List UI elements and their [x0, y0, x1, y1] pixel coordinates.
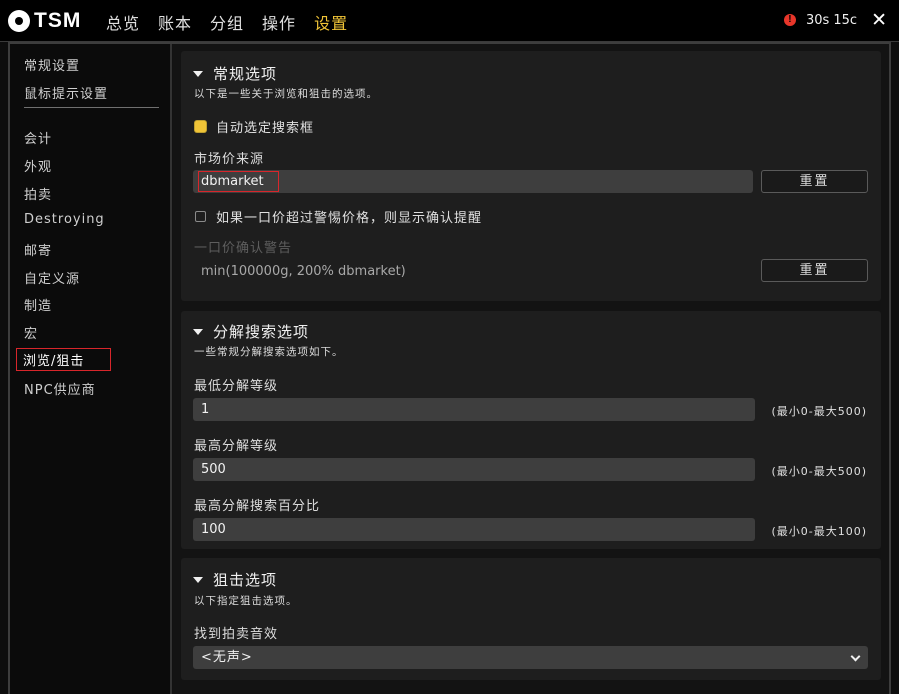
auto-focus-checkbox[interactable] — [195, 121, 206, 132]
market-source-input[interactable]: dbmarket — [193, 170, 753, 193]
buyout-warning-reset-button[interactable]: 重置 — [761, 259, 868, 282]
max-level-input[interactable]: 500 — [193, 458, 755, 481]
sidebar-item-macros[interactable]: 宏 — [24, 323, 38, 342]
buyout-warning-label: 一口价确认警告 — [194, 241, 293, 256]
close-icon[interactable]: ✕ — [871, 11, 887, 30]
disenchant-options-panel: 分解搜索选项 一些常规分解搜索选项如下。 最低分解等级 1 (最小0-最大500… — [181, 311, 881, 549]
max-percent-label: 最高分解搜索百分比 — [194, 499, 321, 514]
logo-text: TSM — [34, 9, 82, 32]
confirm-warning-checkbox[interactable] — [195, 211, 206, 222]
general-options-desc: 以下是一些关于浏览和狙击的选项。 — [194, 88, 378, 100]
gear-icon — [10, 12, 28, 30]
sniper-options-panel: 狙击选项 以下指定狙击选项。 找到拍卖音效 <无声> — [181, 558, 881, 680]
auto-focus-label: 自动选定搜索框 — [216, 121, 315, 136]
alert-icon[interactable]: ! — [783, 14, 796, 26]
sidebar-item-mailing[interactable]: 邮寄 — [24, 240, 52, 259]
nav-item-operations[interactable]: 操作 — [262, 10, 296, 34]
sidebar-divider — [24, 107, 159, 108]
sniper-options-desc: 以下指定狙击选项。 — [194, 595, 298, 607]
nav-item-groups[interactable]: 分组 — [210, 10, 244, 34]
disenchant-options-title: 分解搜索选项 — [213, 323, 310, 341]
confirm-warning-row[interactable]: 如果一口价超过警惕价格，则显示确认提醒 — [195, 207, 482, 226]
caret-down-icon — [193, 70, 203, 77]
nav-item-ledger[interactable]: 账本 — [158, 10, 192, 34]
settings-content: 常规选项 以下是一些关于浏览和狙击的选项。 自动选定搜索框 市场价来源 dbma… — [173, 44, 889, 694]
min-level-range: (最小0-最大500) — [771, 405, 867, 418]
sidebar-item-appearance[interactable]: 外观 — [24, 156, 52, 175]
nav-item-settings[interactable]: 设置 — [314, 10, 348, 34]
tsm-logo: TSM — [10, 9, 81, 33]
sidebar-item-shopping-sniper[interactable]: 浏览/狙击 — [16, 348, 112, 371]
max-percent-input[interactable]: 100 — [193, 518, 755, 541]
status-area: ! 30s 15c ✕ — [783, 11, 887, 30]
general-options-title: 常规选项 — [213, 65, 278, 83]
disenchant-options-header[interactable]: 分解搜索选项 — [193, 321, 309, 342]
sidebar-item-auctioning[interactable]: 拍卖 — [24, 184, 52, 203]
sidebar-item-tooltip[interactable]: 鼠标提示设置 — [24, 83, 108, 102]
market-source-label: 市场价来源 — [194, 152, 265, 167]
sound-label: 找到拍卖音效 — [194, 627, 279, 642]
main-nav: 总览 账本 分组 操作 设置 — [106, 10, 366, 34]
sidebar-item-crafting[interactable]: 制造 — [24, 295, 52, 314]
market-source-reset-button[interactable]: 重置 — [761, 170, 868, 193]
sidebar-item-vendor[interactable]: NPC供应商 — [24, 379, 96, 398]
top-bar: TSM 总览 账本 分组 操作 设置 ! 30s 15c ✕ — [0, 0, 899, 42]
auto-focus-row[interactable]: 自动选定搜索框 — [195, 117, 314, 136]
general-options-panel: 常规选项 以下是一些关于浏览和狙击的选项。 自动选定搜索框 市场价来源 dbma… — [181, 51, 881, 301]
sniper-options-title: 狙击选项 — [213, 571, 278, 589]
sniper-options-header[interactable]: 狙击选项 — [193, 569, 277, 590]
max-percent-range: (最小0-最大100) — [771, 525, 867, 538]
confirm-warning-label: 如果一口价超过警惕价格，则显示确认提醒 — [216, 211, 483, 226]
min-level-input[interactable]: 1 — [193, 398, 755, 421]
disenchant-options-desc: 一些常规分解搜索选项如下。 — [194, 346, 344, 358]
nav-item-dashboard[interactable]: 总览 — [106, 10, 140, 34]
buyout-warning-value: min(100000g, 200% dbmarket) — [201, 264, 406, 279]
max-level-range: (最小0-最大500) — [771, 465, 867, 478]
sidebar-item-accounting[interactable]: 会计 — [24, 128, 52, 147]
sound-select-value: <无声> — [201, 650, 253, 665]
market-source-value: dbmarket — [198, 171, 279, 192]
sidebar-item-custom-sources[interactable]: 自定义源 — [24, 268, 80, 287]
caret-down-icon — [193, 328, 203, 335]
caret-down-icon — [193, 576, 203, 583]
min-level-label: 最低分解等级 — [194, 379, 279, 394]
sound-select[interactable]: <无声> — [193, 646, 868, 669]
settings-sidebar: 常规设置 鼠标提示设置 会计 外观 拍卖 Destroying 邮寄 自定义源 … — [10, 44, 172, 694]
max-level-label: 最高分解等级 — [194, 439, 279, 454]
chevron-down-icon — [850, 651, 861, 662]
sidebar-item-general[interactable]: 常规设置 — [24, 55, 80, 74]
status-timer: 30s 15c — [805, 12, 858, 28]
sidebar-item-destroying[interactable]: Destroying — [24, 212, 105, 227]
general-options-header[interactable]: 常规选项 — [193, 63, 277, 84]
